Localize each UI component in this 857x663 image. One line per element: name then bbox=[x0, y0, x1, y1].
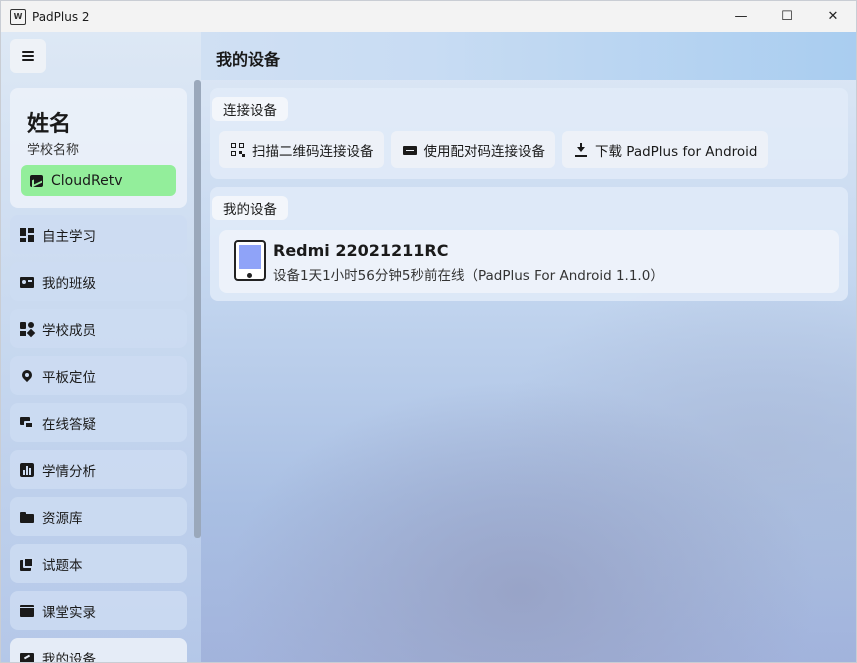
sidebar-item-label: 在线答疑 bbox=[42, 416, 96, 433]
sidebar-item-label: 学校成员 bbox=[42, 322, 96, 339]
device-name: Redmi 22021211RC bbox=[273, 241, 449, 260]
download-icon bbox=[574, 142, 588, 157]
members-icon bbox=[20, 321, 36, 337]
connect-button-row: 扫描二维码连接设备 使用配对码连接设备 下载 PadPlus for Andro… bbox=[219, 131, 775, 168]
profile-name: 姓名 bbox=[27, 112, 72, 137]
connect-devices-card: 连接设备 扫描二维码连接设备 使用配对码连接设备 下载 PadPlus for … bbox=[210, 88, 848, 179]
sidebar-item-my-class[interactable]: 我的班级 bbox=[10, 262, 187, 301]
folder-icon bbox=[20, 510, 34, 524]
device-list-item[interactable]: Redmi 22021211RC 设备1天1小时56分钟5秒前在线（PadPlu… bbox=[219, 230, 839, 293]
tablet-icon bbox=[234, 240, 266, 281]
window-title: PadPlus 2 bbox=[32, 9, 90, 24]
dashboard-icon bbox=[20, 227, 34, 242]
sidebar-item-online-qa[interactable]: 在线答疑 bbox=[10, 403, 187, 442]
sidebar-nav: 自主学习 我的班级 学校成员 平板定位 在线答疑 学情分析 资源库 试题本 课堂… bbox=[10, 215, 187, 663]
chat-icon bbox=[20, 416, 34, 430]
sidebar-item-label: 平板定位 bbox=[42, 369, 96, 386]
device-icon bbox=[20, 651, 34, 662]
sidebar-item-label: 我的班级 bbox=[42, 275, 96, 292]
sidebar-item-label: 课堂实录 bbox=[42, 604, 96, 621]
pair-code-icon bbox=[402, 143, 417, 157]
sidebar-item-school-members[interactable]: 学校成员 bbox=[10, 309, 187, 348]
sidebar-item-question-book[interactable]: 试题本 bbox=[10, 544, 187, 583]
location-icon bbox=[19, 367, 35, 383]
profile-tag[interactable]: CloudRetv bbox=[21, 165, 176, 196]
app-logo-icon: W bbox=[10, 8, 26, 25]
sidebar-item-label: 我的设备 bbox=[42, 651, 96, 663]
sidebar-item-label: 学情分析 bbox=[42, 463, 96, 480]
profile-tag-label: CloudRetv bbox=[51, 172, 123, 189]
download-android-label: 下载 PadPlus for Android bbox=[595, 143, 758, 160]
sidebar-item-label: 资源库 bbox=[42, 510, 83, 527]
hamburger-icon bbox=[22, 51, 34, 61]
my-devices-card: 我的设备 Redmi 22021211RC 设备1天1小时56分钟5秒前在线（P… bbox=[210, 187, 848, 301]
connect-section-label: 连接设备 bbox=[212, 97, 288, 121]
sidebar-item-resource-library[interactable]: 资源库 bbox=[10, 497, 187, 536]
book-icon bbox=[20, 556, 34, 571]
profile-school: 学校名称 bbox=[27, 143, 80, 158]
sidebar: 姓名 学校名称 CloudRetv 自主学习 我的班级 学校成员 平板定位 在线… bbox=[1, 32, 201, 663]
menu-toggle-button[interactable] bbox=[10, 39, 46, 73]
profile-card[interactable]: 姓名 学校名称 CloudRetv bbox=[10, 88, 187, 208]
window-controls: — ☐ ✕ bbox=[718, 1, 856, 32]
pair-code-label: 使用配对码连接设备 bbox=[423, 143, 546, 160]
sidebar-item-label: 自主学习 bbox=[42, 228, 96, 245]
devices-section-label: 我的设备 bbox=[212, 196, 288, 220]
sidebar-item-my-devices[interactable]: 我的设备 bbox=[10, 638, 187, 663]
sidebar-item-self-study[interactable]: 自主学习 bbox=[10, 215, 187, 254]
trend-chart-icon bbox=[30, 174, 43, 187]
sidebar-item-label: 试题本 bbox=[42, 557, 83, 574]
analytics-icon bbox=[20, 462, 34, 477]
device-status: 设备1天1小时56分钟5秒前在线（PadPlus For Android 1.1… bbox=[273, 268, 664, 284]
app-body: 姓名 学校名称 CloudRetv 自主学习 我的班级 学校成员 平板定位 在线… bbox=[1, 32, 856, 663]
title-bar[interactable]: W PadPlus 2 — ☐ ✕ bbox=[1, 1, 856, 32]
scan-qr-label: 扫描二维码连接设备 bbox=[252, 143, 374, 160]
maximize-button[interactable]: ☐ bbox=[764, 1, 810, 32]
sidebar-scrollbar[interactable] bbox=[194, 80, 201, 538]
class-card-icon bbox=[20, 275, 34, 289]
page-title: 我的设备 bbox=[216, 50, 281, 69]
close-button[interactable]: ✕ bbox=[810, 1, 856, 32]
download-android-button[interactable]: 下载 PadPlus for Android bbox=[562, 131, 768, 168]
scan-qr-button[interactable]: 扫描二维码连接设备 bbox=[219, 131, 384, 168]
pair-code-button[interactable]: 使用配对码连接设备 bbox=[390, 131, 555, 168]
sidebar-item-tablet-location[interactable]: 平板定位 bbox=[10, 356, 187, 395]
video-icon bbox=[20, 604, 34, 618]
app-window: W PadPlus 2 — ☐ ✕ 姓名 学校名称 CloudRetv 自主学习… bbox=[0, 0, 857, 663]
minimize-button[interactable]: — bbox=[718, 1, 764, 32]
qr-code-icon bbox=[231, 142, 245, 157]
sidebar-item-class-recording[interactable]: 课堂实录 bbox=[10, 591, 187, 630]
sidebar-item-learning-analytics[interactable]: 学情分析 bbox=[10, 450, 187, 489]
